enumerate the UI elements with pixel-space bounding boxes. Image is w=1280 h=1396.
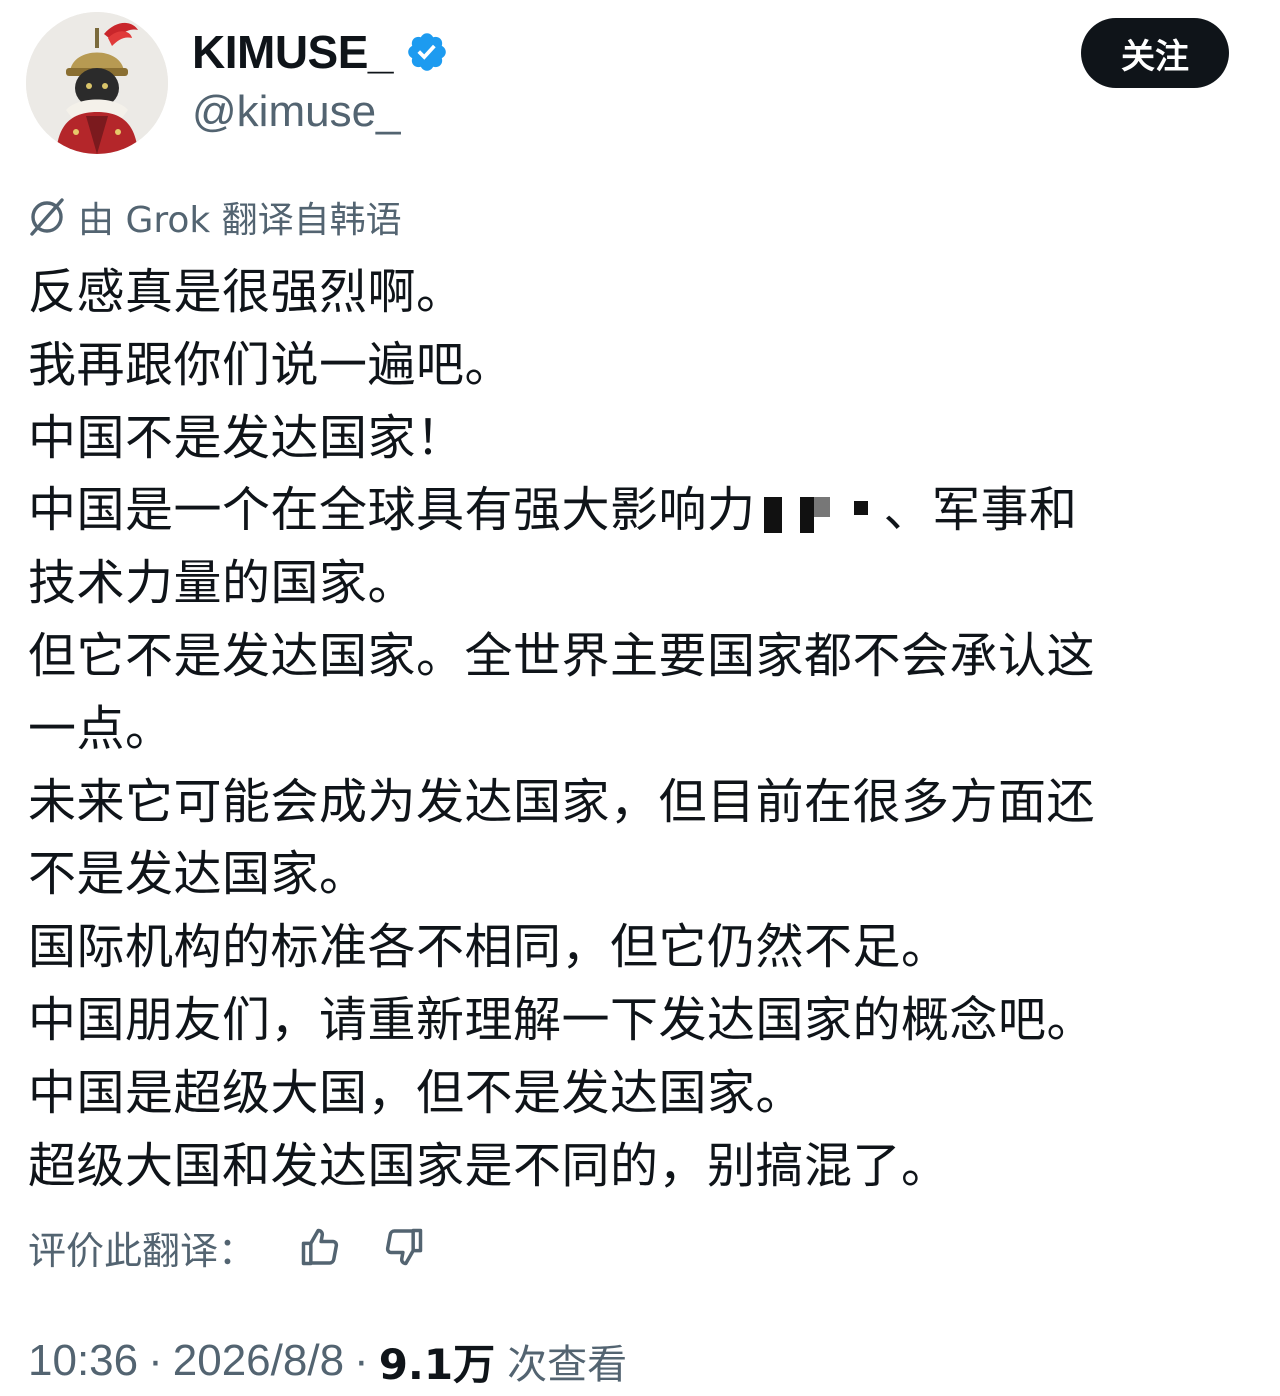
translate-icon <box>30 198 64 236</box>
thumbs-down-button[interactable] <box>380 1223 428 1271</box>
tweet-header: KIMUSE_ @kimuse_ 关注 <box>0 0 1280 170</box>
display-name[interactable]: KIMUSE_ <box>192 22 393 82</box>
translation-note[interactable]: 由 Grok 翻译自韩语 <box>26 190 402 244</box>
rate-translation-label: 评价此翻译： <box>28 1228 257 1273</box>
tweet-line: 不是发达国家。 <box>28 846 368 903</box>
meta-separator: · <box>148 1336 163 1385</box>
tweet-meta: 10:36 · 2026/8/8 · 9.1万 次查看 <box>28 1326 627 1396</box>
tweet-line: 超级大国和发达国家是不同的，别搞混了。 <box>28 1137 950 1194</box>
avatar-image <box>26 12 168 154</box>
tweet-line: 反感真是很强烈啊。 <box>28 264 465 320</box>
views-count[interactable]: 9.1万 <box>379 1331 495 1392</box>
tweet-time[interactable]: 10:36 <box>28 1336 138 1386</box>
thumbs-down-icon <box>385 1228 423 1266</box>
tweet-line-part: 中国是一个在全球具有强大影响力 <box>28 482 756 539</box>
redaction-mosaic <box>760 487 880 539</box>
views-label: 次查看 <box>507 1342 628 1388</box>
follow-button[interactable]: 关注 <box>1081 18 1229 88</box>
user-handle[interactable]: @kimuse_ <box>192 82 401 142</box>
rate-translation-row: 评价此翻译： <box>28 1216 464 1278</box>
tweet-line: 中国朋友们，请重新理解一下发达国家的概念吧。 <box>28 991 1096 1048</box>
tweet-line-with-redaction: 中国是一个在全球具有强大影响力 、军事和 <box>28 474 1258 547</box>
tweet-line: 中国不是发达国家！ <box>28 409 465 466</box>
tweet-text: 反感真是很强烈啊。 我再跟你们说一遍吧。 中国不是发达国家！ 中国是一个在全球具… <box>28 256 1258 1202</box>
display-name-row: KIMUSE_ <box>192 22 449 82</box>
tweet-line: 中国是超级大国，但不是发达国家。 <box>28 1064 805 1121</box>
tweet-line: 国际机构的标准各不相同，但它仍然不足。 <box>28 919 950 976</box>
tweet-line: 技术力量的国家。 <box>28 555 417 612</box>
tweet-line: 我再跟你们说一遍吧。 <box>28 336 514 393</box>
translation-note-text: 由 Grok 翻译自韩语 <box>78 200 402 241</box>
meta-separator: · <box>354 1336 369 1385</box>
tweet-date[interactable]: 2026/8/8 <box>173 1336 344 1386</box>
tweet-line: 一点。 <box>28 700 174 757</box>
thumbs-up-button[interactable] <box>296 1223 344 1271</box>
thumbs-up-icon <box>301 1228 339 1266</box>
tweet-line-part: 、军事和 <box>883 482 1078 539</box>
avatar[interactable] <box>26 12 168 154</box>
verified-badge-icon <box>408 33 446 71</box>
tweet-line: 未来它可能会成为发达国家，但目前在很多方面还 <box>28 773 1096 830</box>
tweet-line: 但它不是发达国家。全世界主要国家都不会承认这 <box>28 627 1096 684</box>
